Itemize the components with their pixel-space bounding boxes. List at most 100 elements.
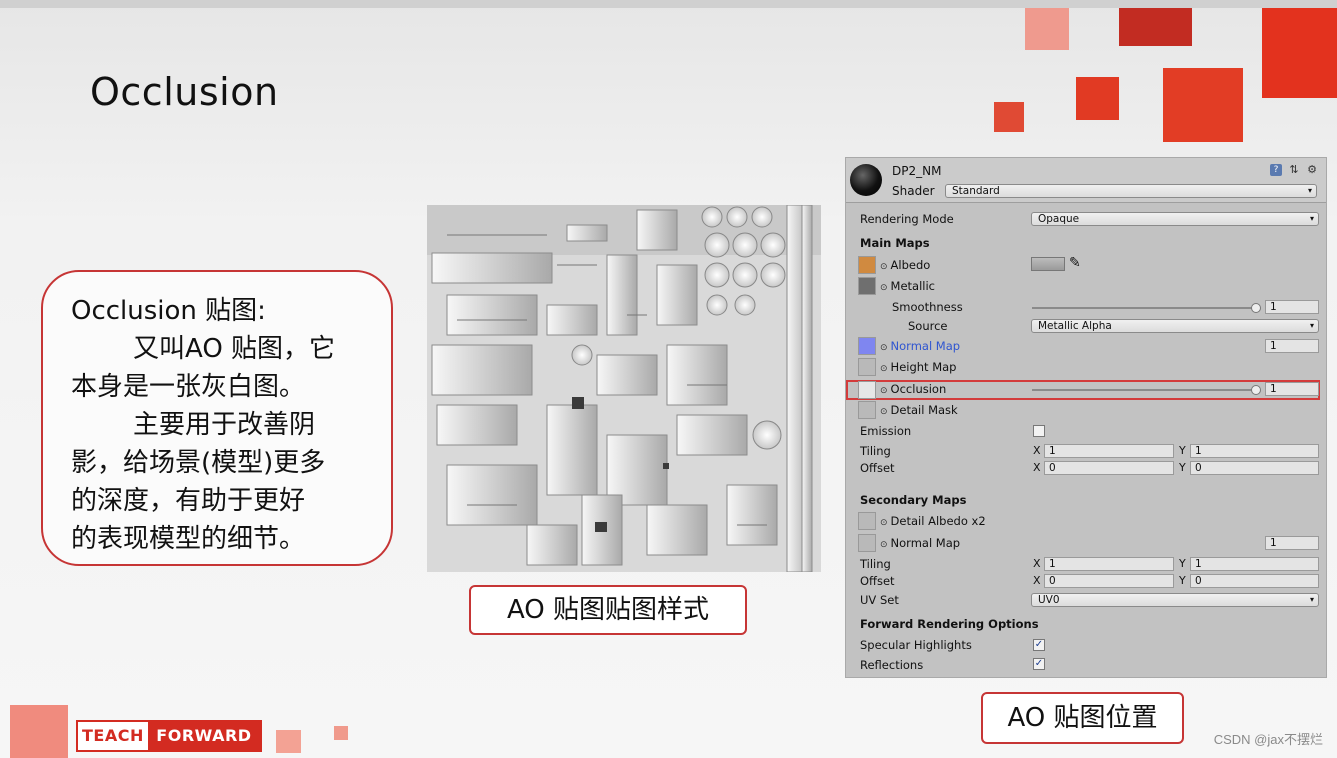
secondary-normal-map-scale-field[interactable]: 1 — [1265, 536, 1319, 550]
chevron-down-icon: ▾ — [1309, 595, 1314, 604]
object-picker-icon[interactable]: ⊙ — [880, 518, 888, 528]
material-name: DP2_NM — [892, 164, 942, 178]
main-offset-y-field[interactable]: 0 — [1190, 461, 1319, 475]
rendering-mode-dropdown[interactable]: Opaque ▾ — [1031, 212, 1319, 226]
occlusion-texture-slot[interactable] — [858, 381, 876, 399]
detail-albedo-row: ⊙ Detail Albedo x2 — [880, 514, 986, 530]
chevron-down-icon: ▾ — [1309, 321, 1314, 330]
emission-checkbox[interactable] — [1033, 425, 1045, 437]
main-tiling-y-field[interactable]: 1 — [1190, 444, 1319, 458]
specular-highlights-label: Specular Highlights — [860, 638, 972, 652]
y-label: Y — [1179, 557, 1186, 570]
ao-style-caption: AO 贴图贴图样式 — [469, 585, 747, 635]
shader-label: Shader — [892, 184, 935, 198]
emission-label: Emission — [860, 424, 912, 438]
main-tiling-x-field[interactable]: 1 — [1044, 444, 1174, 458]
height-map-texture-slot[interactable] — [858, 358, 876, 376]
eyedropper-icon[interactable]: ✎ — [1069, 256, 1081, 270]
uv-set-label: UV Set — [860, 593, 899, 607]
reflections-label: Reflections — [860, 658, 924, 672]
detail-mask-texture-slot[interactable] — [858, 401, 876, 419]
callout-text: 主要用于改善阴 — [133, 410, 316, 440]
main-maps-header: Main Maps — [860, 236, 930, 250]
specular-highlights-checkbox[interactable]: ✓ — [1033, 639, 1045, 651]
y-label: Y — [1179, 574, 1186, 587]
object-picker-icon[interactable]: ⊙ — [880, 262, 888, 272]
inspector-header: DP2_NM Shader Standard ▾ ? ⇅ ⚙ — [846, 158, 1326, 203]
metallic-label: Metallic — [890, 279, 936, 293]
logo-part-1: TEACH — [78, 722, 148, 750]
source-value: Metallic Alpha — [1038, 320, 1112, 332]
source-dropdown[interactable]: Metallic Alpha ▾ — [1031, 319, 1319, 333]
x-label: X — [1033, 557, 1041, 570]
albedo-color-swatch[interactable] — [1031, 257, 1065, 271]
shader-value: Standard — [952, 185, 1000, 197]
secondary-tiling-x-field[interactable]: 1 — [1044, 557, 1174, 571]
smoothness-slider-track[interactable] — [1032, 307, 1260, 309]
smoothness-label: Smoothness — [892, 300, 963, 314]
rendering-mode-value: Opaque — [1038, 213, 1080, 225]
smoothness-field[interactable]: 1 — [1265, 300, 1319, 314]
normal-map-scale-field[interactable]: 1 — [1265, 339, 1319, 353]
header-icons: ? ⇅ ⚙ — [1270, 164, 1318, 176]
chevron-down-icon: ▾ — [1309, 214, 1314, 223]
teach-forward-logo: TEACH FORWARD — [76, 720, 262, 752]
material-inspector: DP2_NM Shader Standard ▾ ? ⇅ ⚙ Rendering… — [846, 158, 1326, 677]
object-picker-icon[interactable]: ⊙ — [880, 343, 888, 353]
normal-map-row: ⊙ Normal Map — [880, 339, 960, 355]
secondary-normal-map-texture-slot[interactable] — [858, 534, 876, 552]
y-label: Y — [1179, 461, 1186, 474]
help-icon[interactable]: ? — [1270, 164, 1282, 176]
secondary-offset-y-field[interactable]: 0 — [1190, 574, 1319, 588]
chevron-down-icon: ▾ — [1307, 186, 1312, 195]
secondary-tiling-y-field[interactable]: 1 — [1190, 557, 1319, 571]
offset-label: Offset — [860, 461, 895, 475]
secondary-normal-map-row: ⊙ Normal Map — [880, 536, 960, 552]
occlusion-slider-track[interactable] — [1032, 389, 1260, 391]
secondary-offset-label: Offset — [860, 574, 895, 588]
decor-square — [276, 730, 301, 753]
height-map-label: Height Map — [890, 360, 957, 374]
decor-square — [334, 726, 348, 740]
preset-icon[interactable]: ⇅ — [1288, 164, 1300, 176]
albedo-row: ⊙ Albedo — [880, 258, 930, 274]
normal-map-texture-slot[interactable] — [858, 337, 876, 355]
object-picker-icon[interactable]: ⊙ — [880, 283, 888, 293]
object-picker-icon[interactable]: ⊙ — [880, 386, 888, 396]
detail-mask-row: ⊙ Detail Mask — [880, 403, 958, 419]
x-label: X — [1033, 574, 1041, 587]
decor-square — [1262, 8, 1337, 98]
albedo-texture-slot[interactable] — [858, 256, 876, 274]
rendering-mode-label: Rendering Mode — [860, 212, 954, 226]
ao-texture-image — [427, 205, 821, 572]
detail-albedo-label: Detail Albedo x2 — [890, 514, 986, 528]
occlusion-strength-field[interactable]: 1 — [1265, 382, 1319, 396]
occlusion-slider-knob[interactable] — [1251, 385, 1261, 395]
height-map-row: ⊙ Height Map — [880, 360, 957, 376]
object-picker-icon[interactable]: ⊙ — [880, 364, 888, 374]
logo-part-2: FORWARD — [147, 722, 260, 750]
object-picker-icon[interactable]: ⊙ — [880, 540, 888, 550]
secondary-maps-header: Secondary Maps — [860, 493, 967, 507]
detail-mask-label: Detail Mask — [890, 403, 958, 417]
shader-dropdown[interactable]: Standard ▾ — [945, 184, 1317, 198]
secondary-tiling-label: Tiling — [860, 557, 891, 571]
uv-set-dropdown[interactable]: UV0 ▾ — [1031, 593, 1319, 607]
decor-square — [994, 102, 1024, 132]
occlusion-label: Occlusion — [890, 382, 947, 396]
metallic-texture-slot[interactable] — [858, 277, 876, 295]
decor-square — [10, 705, 68, 758]
source-label: Source — [908, 319, 948, 333]
detail-albedo-texture-slot[interactable] — [858, 512, 876, 530]
settings-icon[interactable]: ⚙ — [1306, 164, 1318, 176]
reflections-checkbox[interactable]: ✓ — [1033, 658, 1045, 670]
x-label: X — [1033, 444, 1041, 457]
main-offset-x-field[interactable]: 0 — [1044, 461, 1174, 475]
slide-title: Occlusion — [90, 70, 279, 114]
secondary-offset-x-field[interactable]: 0 — [1044, 574, 1174, 588]
object-picker-icon[interactable]: ⊙ — [880, 407, 888, 417]
ao-position-caption: AO 贴图位置 — [981, 692, 1184, 744]
metallic-row: ⊙ Metallic — [880, 279, 935, 295]
callout-text: 本身是一张灰白图。 — [71, 372, 306, 402]
smoothness-slider-knob[interactable] — [1251, 303, 1261, 313]
